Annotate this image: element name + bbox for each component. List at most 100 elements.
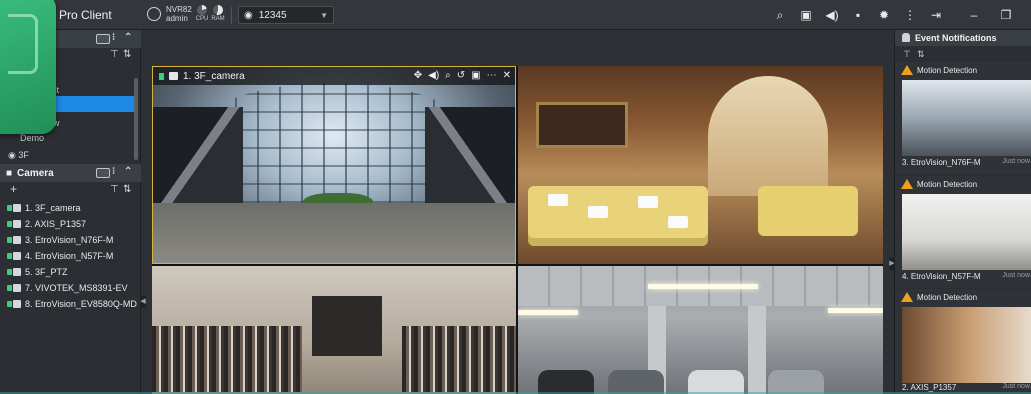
chevron-up-icon[interactable]: ⌃ — [124, 166, 132, 177]
filter-icon[interactable]: ⊤ — [903, 49, 911, 60]
playback-icon[interactable]: ↺ — [457, 70, 465, 82]
layout-toggle-icon[interactable] — [96, 168, 110, 178]
layout-toggle-icon[interactable] — [96, 34, 110, 44]
top-toolbar: Pro Client NVR82 admin CPU RAM ◉ 12345 ▼… — [0, 0, 1031, 30]
chevron-up-icon[interactable]: ⌃ — [124, 32, 132, 43]
more-vertical-icon[interactable]: ⋮ — [903, 8, 917, 22]
ptz-icon[interactable]: ✥ — [414, 70, 422, 82]
camera-list-item[interactable]: 7. VIVOTEK_MS8391-EV — [7, 283, 128, 293]
event-time: Just now — [1002, 272, 1030, 279]
camera-list-item[interactable]: 8. EtroVision_EV8580Q-MD — [7, 299, 137, 309]
camera-list-item[interactable]: 3. EtroVision_N76F-M — [7, 235, 113, 245]
camera-tools: + ⊤ ⇅ — [0, 182, 141, 199]
camera-list-item[interactable]: 5. 3F_PTZ — [7, 267, 68, 277]
event-camera: 3. EtroVision_N76F-M — [902, 158, 981, 167]
minimize-icon[interactable]: – — [967, 8, 981, 22]
camera-label: 1. 3F_camera — [25, 203, 81, 213]
volume-icon[interactable]: ◀) — [825, 8, 839, 22]
filter-icon[interactable]: ⊤ — [110, 184, 119, 195]
more-horizontal-icon[interactable]: ⋯ — [487, 70, 497, 82]
event-thumbnail[interactable] — [902, 307, 1031, 383]
sort-icon[interactable]: ⇅ — [917, 49, 925, 60]
event-panel: Event Notifications ⊤ ⇅ Motion Detection… — [894, 30, 1031, 394]
eye-icon: ◉ — [8, 150, 19, 160]
video-tile[interactable] — [518, 66, 883, 264]
camera-feed-parking-garage — [518, 266, 883, 394]
event-card[interactable]: Motion Detection 4. EtroVision_N57F-M Ju… — [895, 176, 1031, 288]
camera-status-icon — [7, 268, 21, 276]
camera-label: 3. EtroVision_N76F-M — [25, 235, 114, 245]
ram-label: RAM — [211, 16, 225, 22]
snapshot-icon[interactable]: ▣ — [471, 70, 480, 82]
event-panel-title: Event Notifications — [915, 33, 997, 43]
zoom-icon[interactable]: ⌕ — [445, 70, 451, 82]
camera-icon — [169, 72, 178, 80]
close-icon[interactable]: ✕ — [503, 70, 511, 82]
logout-icon[interactable]: ⇥ — [929, 8, 943, 22]
camera-feed-atrium — [153, 67, 515, 263]
event-card[interactable]: Motion Detection 3. EtroVision_N76F-M Ju… — [895, 62, 1031, 174]
event-type: Motion Detection — [917, 293, 978, 302]
collapse-left-panel-button[interactable]: ◀ — [140, 296, 146, 308]
event-thumbnail[interactable] — [902, 194, 1031, 270]
cpu-label: CPU — [195, 16, 209, 22]
camera-section-header: ■ Camera ⁝ ⌃ — [0, 164, 141, 182]
tile-title-bar: 1. 3F_camera ✥ ◀) ⌕ ↺ ▣ ⋯ ✕ — [153, 67, 515, 85]
app-title: Pro Client — [59, 8, 112, 22]
views-scrollbar[interactable] — [134, 78, 138, 160]
video-tile-selected[interactable]: 1. 3F_camera ✥ ◀) ⌕ ↺ ▣ ⋯ ✕ — [152, 66, 516, 264]
nvr-user: admin — [166, 14, 188, 23]
chevron-down-icon: ▼ — [320, 10, 328, 20]
warning-icon — [901, 179, 913, 189]
tile-tools: ✥ ◀) ⌕ ↺ ▣ ⋯ ✕ — [414, 70, 511, 82]
event-thumbnail[interactable] — [902, 80, 1031, 156]
camera-label: 4. EtroVision_N57F-M — [25, 251, 114, 261]
camera-status-icon — [7, 204, 21, 212]
event-card[interactable]: Motion Detection 2. AXIS_P1357 Just now — [895, 289, 1031, 394]
camera-list-item[interactable]: 4. EtroVision_N57F-M — [7, 251, 113, 261]
eye-icon: ◉ — [244, 9, 253, 21]
view-item-label: 3F — [18, 150, 29, 160]
event-panel-header: Event Notifications — [895, 30, 1031, 46]
camera-feed-clothing-store — [152, 266, 516, 394]
event-type: Motion Detection — [917, 66, 978, 75]
ram-gauge-icon — [213, 5, 223, 15]
event-time: Just now — [1002, 383, 1030, 390]
nvr-name: NVR82 — [166, 5, 192, 14]
camera-label: 7. VIVOTEK_MS8391-EV — [25, 283, 128, 293]
view-item-3f[interactable]: ◉ 3F — [8, 150, 29, 161]
warning-icon — [901, 292, 913, 302]
event-camera: 2. AXIS_P1357 — [902, 383, 957, 392]
event-time: Just now — [1002, 158, 1030, 165]
search-icon[interactable]: ⌕ — [773, 8, 787, 22]
camera-label: 8. EtroVision_EV8580Q-MD — [25, 299, 137, 309]
video-tile[interactable] — [152, 266, 516, 394]
video-tile[interactable] — [518, 266, 883, 394]
camera-status-icon — [7, 236, 21, 244]
lock-icon[interactable]: ▪ — [851, 8, 865, 22]
camera-status-icon — [7, 252, 21, 260]
live-view-value: 12345 — [258, 9, 287, 21]
restore-icon[interactable]: ❐ — [999, 8, 1013, 22]
volume-icon[interactable]: ◀) — [428, 70, 439, 82]
options-icon[interactable]: ⁝ — [112, 32, 115, 43]
cpu-gauge: CPU — [195, 5, 209, 22]
camera-status-icon — [7, 300, 21, 308]
gear-icon[interactable]: ✹ — [877, 8, 891, 22]
nvr-status[interactable]: NVR82 admin — [147, 5, 192, 23]
video-grid: 1. 3F_camera ✥ ◀) ⌕ ↺ ▣ ⋯ ✕ — [152, 66, 883, 394]
sort-icon[interactable]: ⇅ — [123, 49, 131, 60]
camera-list-item[interactable]: 1. 3F_camera — [7, 203, 81, 213]
add-icon[interactable]: + — [10, 182, 17, 196]
camera-feed-restaurant — [518, 66, 883, 264]
screenshot-icon[interactable]: ▣ — [799, 8, 813, 22]
options-icon[interactable]: ⁝ — [112, 166, 115, 177]
cpu-gauge-icon — [197, 5, 207, 15]
camera-list-item[interactable]: 2. AXIS_P1357 — [7, 219, 86, 229]
view-item-demo[interactable]: Demo — [20, 133, 44, 143]
camera-status-icon — [7, 284, 21, 292]
filter-icon[interactable]: ⊤ — [110, 49, 119, 60]
sort-icon[interactable]: ⇅ — [123, 184, 131, 195]
live-view-select[interactable]: ◉ 12345 ▼ — [238, 6, 334, 24]
bell-icon — [902, 33, 910, 42]
